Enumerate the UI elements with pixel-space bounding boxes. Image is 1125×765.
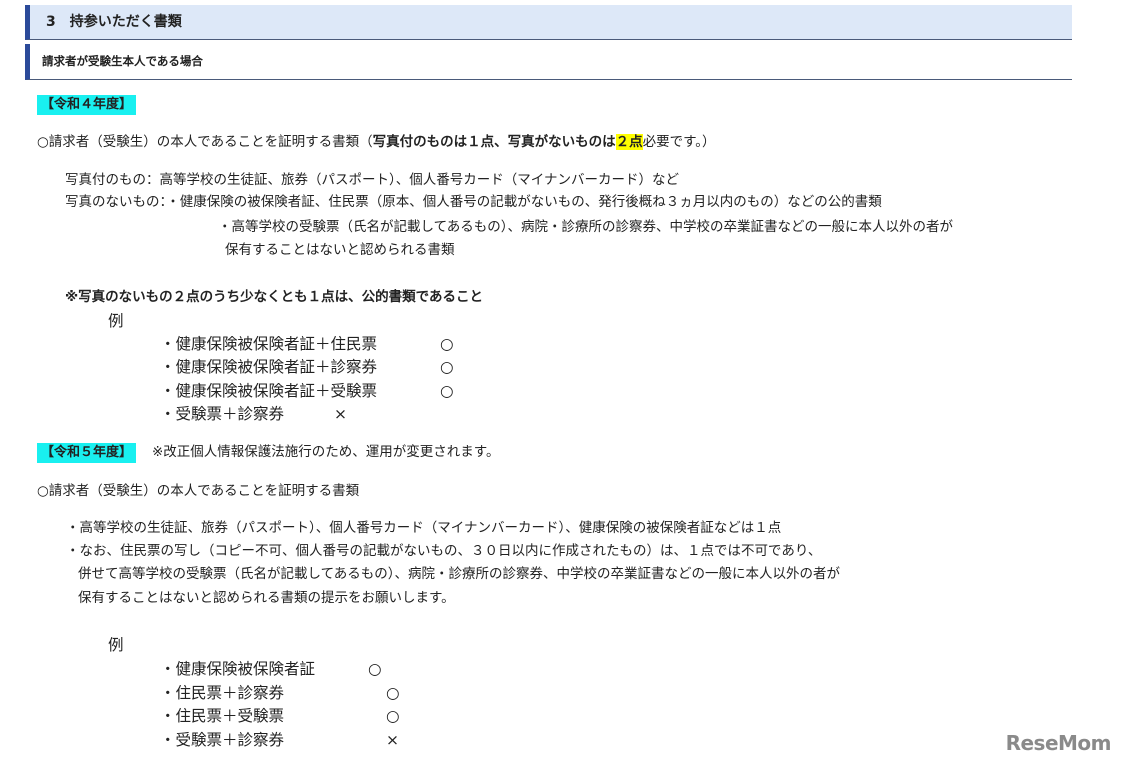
r4-example: ・受験票＋診察券 bbox=[160, 405, 285, 423]
r4-line: 写真付のもの：高等学校の生徒証、旅券（パスポート）、個人番号カード（マイナンバー… bbox=[65, 172, 679, 188]
section-header: 3 持参いただく書類 bbox=[25, 5, 1072, 40]
r5-line: 併せて高等学校の受験票（氏名が記載してあるもの）、病院・診療所の診察券、中学校の… bbox=[78, 566, 840, 582]
ng-mark: × bbox=[334, 405, 347, 423]
r5-line: 保有することはないと認められる書類の提示をお願いします。 bbox=[78, 590, 455, 606]
r5-line: ・高等学校の生徒証、旅券（パスポート）、個人番号カード（マイナンバーカード）、健… bbox=[66, 520, 782, 536]
r5-example: ・住民票＋受験票 bbox=[160, 707, 285, 725]
r4-lead: ○請求者（受験生）の本人であることを証明する書類（写真付のものは１点、写真がない… bbox=[37, 134, 716, 150]
subsection-title: 請求者が受験生本人である場合 bbox=[42, 54, 203, 68]
resemom-logo: ReseMom bbox=[1005, 731, 1112, 755]
ok-mark: ○ bbox=[440, 382, 454, 400]
r5-example-label: 例 bbox=[108, 636, 124, 654]
r4-note: ※写真のないもの２点のうち少なくとも１点は、公的書類であること bbox=[65, 289, 483, 305]
r4-line: 写真のないもの：・健康保険の被保険者証、住民票（原本、個人番号の記載がないもの、… bbox=[65, 194, 882, 210]
ok-mark: ○ bbox=[440, 335, 454, 353]
r4-tag: 【令和４年度】 bbox=[37, 95, 137, 115]
r4-line: 保有することはないと認められる書類 bbox=[225, 242, 455, 258]
r4-example: ・健康保険被保険者証＋住民票 bbox=[160, 335, 378, 353]
r5-example: ・健康保険被保険者証 bbox=[160, 660, 316, 678]
r5-tag-note: ※改正個人情報保護法施行のため、運用が変更されます。 bbox=[152, 444, 500, 460]
r4-lead-text: ○請求者（受験生）の本人であることを証明する書類（ bbox=[37, 134, 373, 150]
r5-lead: ○請求者（受験生）の本人であることを証明する書類 bbox=[37, 483, 360, 499]
ok-mark: ○ bbox=[440, 358, 454, 376]
r4-example-label: 例 bbox=[108, 312, 124, 330]
r4-lead-bold: 写真付のものは１点、写真がないものは bbox=[372, 134, 616, 150]
r5-line: ・なお、住民票の写し（コピー不可、個人番号の記載がないもの、３０日以内に作成され… bbox=[66, 543, 822, 559]
ok-mark: ○ bbox=[386, 707, 400, 725]
r4-lead-highlight: ２点 bbox=[615, 134, 643, 150]
ok-mark: ○ bbox=[386, 684, 400, 702]
ok-mark: ○ bbox=[368, 660, 382, 678]
r4-example: ・健康保険被保険者証＋受験票 bbox=[160, 382, 378, 400]
r5-example: ・受験票＋診察券 bbox=[160, 731, 285, 749]
r4-example: ・健康保険被保険者証＋診察券 bbox=[160, 358, 378, 376]
section-title: 3 持参いただく書類 bbox=[46, 14, 182, 30]
r4-line: ・高等学校の受験票（氏名が記載してあるもの）、病院・診療所の診察券、中学校の卒業… bbox=[218, 219, 953, 235]
ng-mark: × bbox=[386, 731, 399, 749]
subsection-header: 請求者が受験生本人である場合 bbox=[25, 44, 1072, 80]
r5-example: ・住民票＋診察券 bbox=[160, 684, 285, 702]
r4-lead-end: 必要です。） bbox=[642, 134, 716, 150]
r5-tag: 【令和５年度】 bbox=[37, 443, 137, 463]
